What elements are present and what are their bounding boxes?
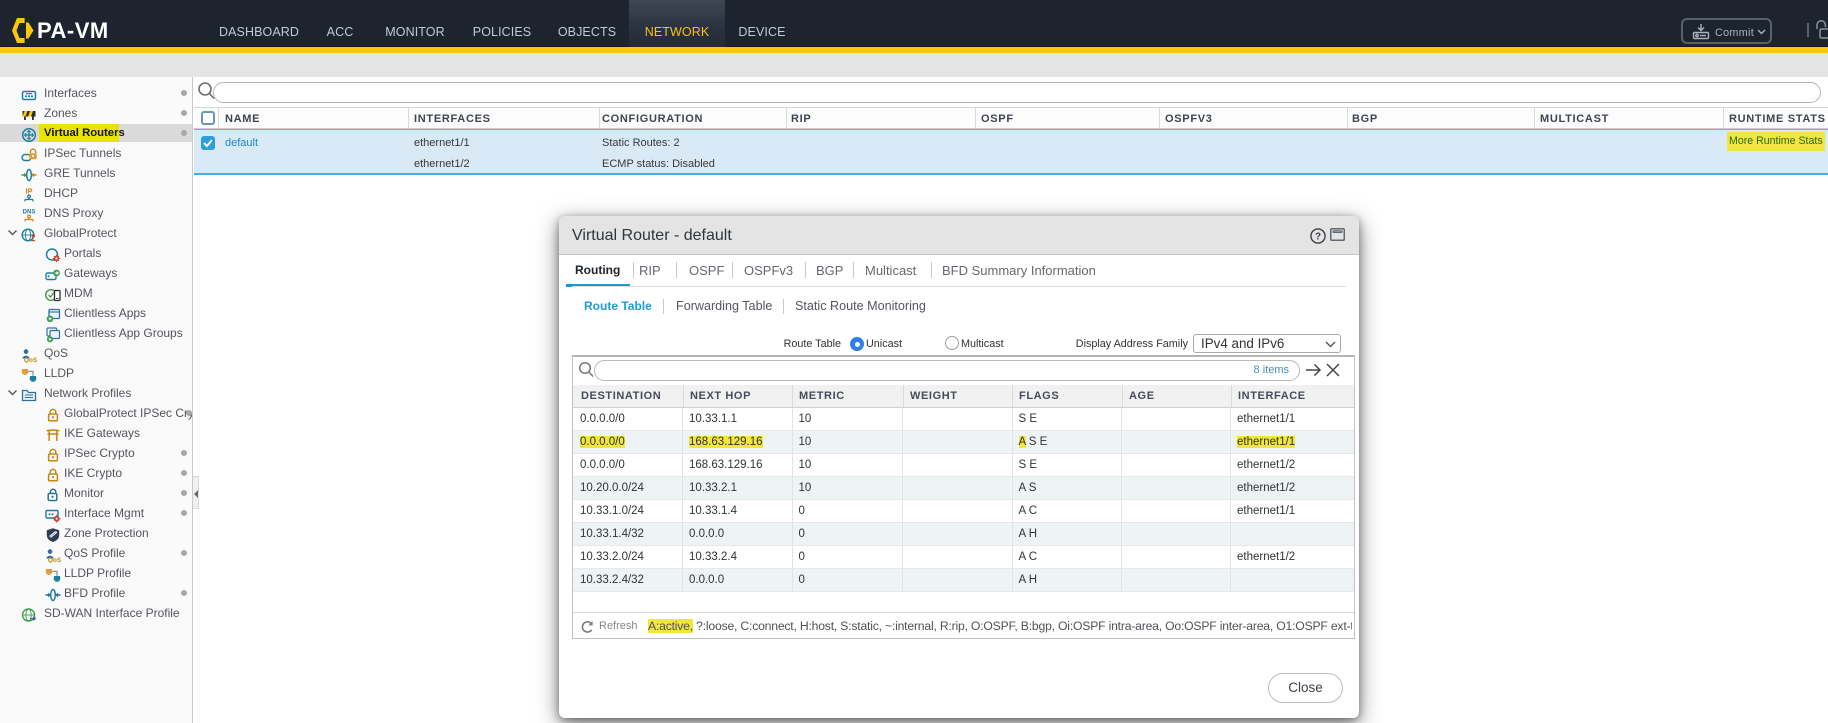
svg-text:?: ? (1315, 231, 1321, 242)
svg-text:IP: IP (25, 187, 32, 196)
